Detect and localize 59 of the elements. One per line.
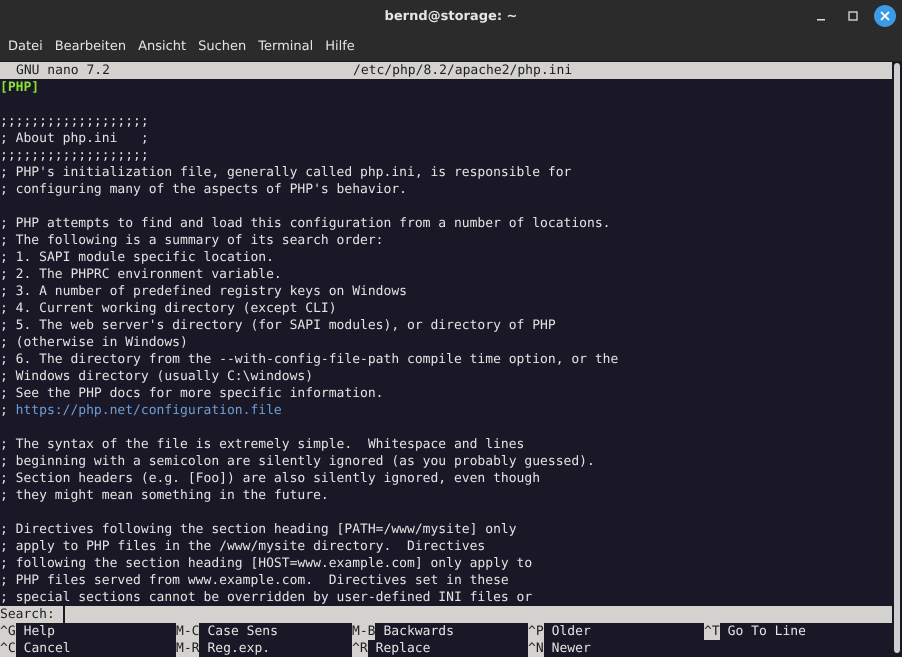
comment-line: ; Windows directory (usually C:\windows) (0, 369, 314, 384)
comment-line: ; following the section heading [HOST=www.example.com] only apply to (0, 556, 532, 571)
comment-line: ; The syntax of the file is extremely simple. Whitespace and lines (0, 437, 524, 452)
shortcut-key: ^G (0, 623, 16, 640)
shortcut-label: Reg.exp. (207, 640, 270, 657)
shortcut-label: Case Sens (207, 623, 278, 640)
window-title: bernd@storage: ~ (384, 8, 518, 24)
shortcut-key: ^T (704, 623, 720, 640)
comment-line: ; 4. Current working directory (except CLI) (0, 301, 337, 316)
shortcut-key: ^N (528, 640, 544, 657)
shortcut-key: ^R (352, 640, 368, 657)
comment-line: ; 3. A number of predefined registry keys on Windows (0, 284, 407, 299)
shortcut-label: Backwards (383, 623, 454, 640)
menu-item[interactable]: Ansicht (132, 39, 192, 54)
comment-marker: ; (0, 403, 8, 418)
comment-line: ; PHP files served from www.example.com. Directives set in these (0, 573, 509, 588)
comment-line: ; (otherwise in Windows) (0, 335, 188, 350)
comment-line: ; 6. The directory from the --with-config-file-path compile time option, or the (0, 352, 618, 367)
shortcut-label: Go To Line (728, 623, 806, 640)
close-icon (880, 11, 890, 21)
scrollbar-thumb[interactable] (894, 63, 900, 653)
file-path: /etc/php/8.2/apache2/php.ini (353, 62, 572, 79)
close-button[interactable] (874, 5, 896, 27)
comment-line: ; configuring many of the aspects of PHP's behavior. (0, 182, 407, 197)
menu-item[interactable]: Terminal (252, 39, 320, 54)
shortcut-label: Newer (552, 640, 591, 657)
section-header: [PHP] (0, 80, 40, 95)
shortcut-key: M-B (352, 623, 376, 640)
shortcut-key: ^C (0, 640, 16, 657)
menu-item[interactable]: Datei (2, 39, 49, 54)
comment-line: ; 2. The PHPRC environment variable. (0, 267, 282, 282)
minimize-icon (817, 19, 825, 21)
maximize-icon (848, 11, 858, 21)
shortcut-label: Cancel (24, 640, 71, 657)
shortcut-key: M-C (176, 623, 200, 640)
comment-line: ; they might mean something in the future. (0, 488, 329, 503)
comment-line: ; 1. SAPI module specific location. (0, 250, 274, 265)
menu-item[interactable]: Hilfe (319, 39, 361, 54)
comment-line: ; About php.ini ; (0, 131, 149, 146)
comment-line: ;;;;;;;;;;;;;;;;;;; (0, 148, 149, 163)
shortcut-label: Help (24, 623, 55, 640)
comment-line: ; PHP attempts to find and load this configuration from a number of locations. (0, 216, 610, 231)
editor-version: GNU nano 7.2 (16, 62, 110, 79)
comment-line: ; 5. The web server's directory (for SAPI modules), or directory of PHP (0, 318, 556, 333)
menu-item[interactable]: Suchen (192, 39, 252, 54)
comment-line: ; apply to PHP files in the /www/mysite directory. Directives (0, 539, 486, 554)
comment-line: ; PHP's initialization file, generally called php.ini, is responsible for (0, 165, 572, 180)
comment-line: ; Section headers (e.g. [Foo]) are also silently ignored, even though (0, 471, 540, 486)
comment-line: ; See the PHP docs for more specific information. (0, 386, 384, 401)
menu-item[interactable]: Bearbeiten (48, 39, 132, 54)
comment-line: ; beginning with a semicolon are silently ignored (as you probably guessed). (0, 454, 595, 469)
comment-line: ; special sections cannot be overridden by user-defined INI files or (0, 590, 532, 605)
url-link[interactable]: https://php.net/configuration.file (16, 403, 282, 418)
comment-line: ;;;;;;;;;;;;;;;;;;; (0, 114, 149, 129)
shortcut-label: Older (552, 623, 591, 640)
shortcut-label: Replace (376, 640, 430, 657)
comment-line: ; The following is a summary of its search order: (0, 233, 384, 248)
comment-line: ; Directives following the section heading [PATH=/www/mysite] only (0, 522, 517, 537)
shortcut-key: ^P (528, 623, 544, 640)
